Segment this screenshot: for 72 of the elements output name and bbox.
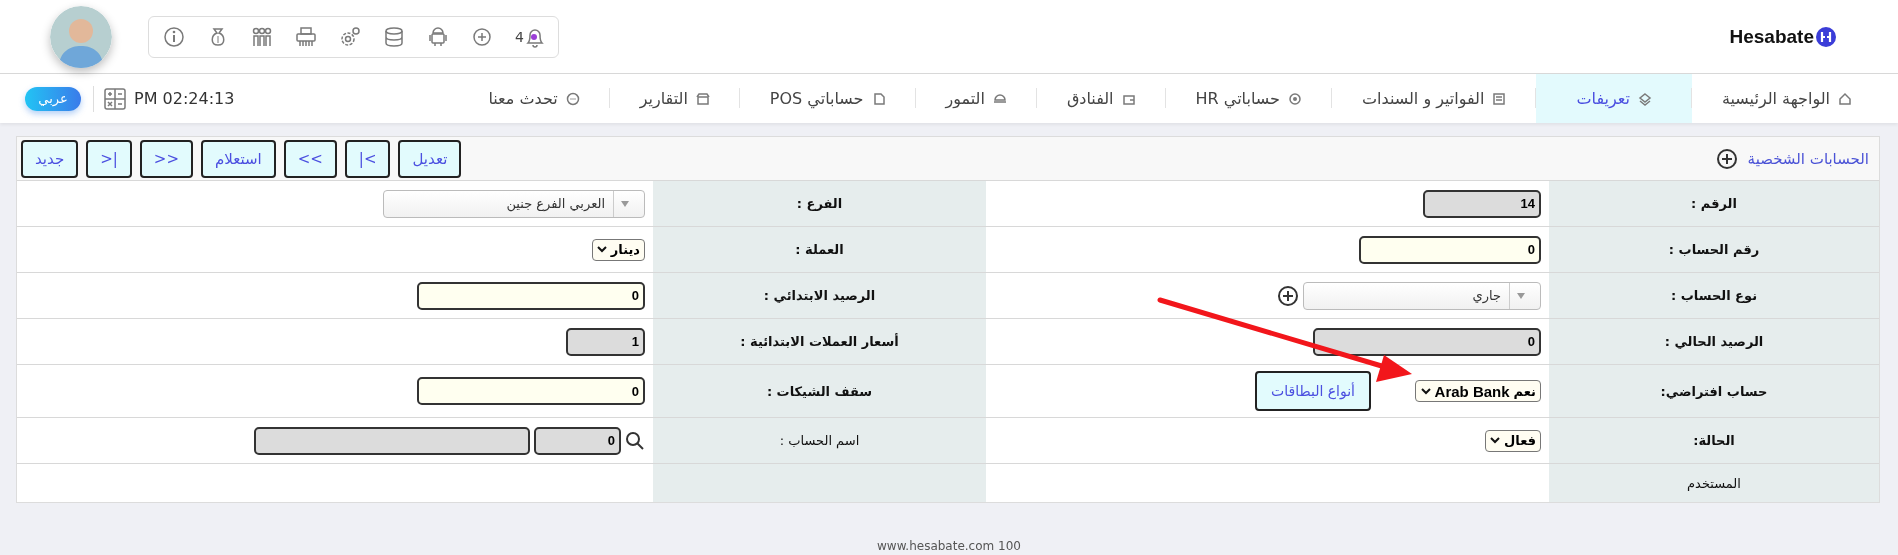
info-icon[interactable]: [163, 25, 185, 48]
field-label: الحالة:: [1693, 433, 1735, 448]
document-icon: [871, 91, 886, 106]
nav-tab[interactable]: الواجهة الرئيسية: [1691, 74, 1882, 123]
field-label: سقف الشيكات :: [766, 383, 873, 399]
dropdown-field[interactable]: العربي الفرع جنين: [383, 189, 645, 218]
calculator-icon[interactable]: [104, 87, 126, 110]
field-label: العملة :: [795, 242, 844, 257]
chevron-icon: [596, 246, 607, 253]
nav-tab[interactable]: الفواتير و السندات: [1331, 74, 1537, 123]
printer-icon[interactable]: [295, 25, 317, 48]
logo-icon: [1816, 26, 1836, 47]
avatar: [50, 5, 112, 68]
field-label: حساب افتراضي:: [1660, 383, 1768, 399]
dish-icon: [992, 91, 1007, 106]
invoice-icon: [1492, 91, 1507, 106]
panel-title: الحسابات الشخصية: [1747, 149, 1869, 168]
card-types-button[interactable]: أنواع البطاقات: [1255, 371, 1371, 411]
logo-text: Hesabate: [1729, 25, 1814, 48]
field-label: الرصيد الابتدائي :: [763, 288, 876, 303]
clock-time: PM 02:24:13: [134, 89, 235, 108]
nav-tab[interactable]: التقارير: [609, 74, 740, 123]
caret-icon: [1517, 292, 1525, 299]
field-label: اسم الحساب :: [779, 433, 860, 448]
field-label: الرصيد الحالي :: [1664, 334, 1764, 349]
toolbar-button[interactable]: <<: [283, 139, 337, 178]
nav-tab[interactable]: التمور: [915, 74, 1037, 123]
select-field[interactable]: دينار: [591, 238, 645, 261]
select-field[interactable]: فعال: [1485, 429, 1541, 452]
input-field[interactable]: 0: [1313, 327, 1541, 356]
field-label: المستخدم: [1687, 475, 1741, 491]
gear-icon[interactable]: [339, 25, 361, 48]
input-field[interactable]: 0: [417, 377, 645, 405]
notification-count: 4: [515, 28, 524, 45]
toolbar-button[interactable]: >|: [86, 139, 132, 178]
field-label: الفرع :: [796, 196, 843, 211]
toolbar-button[interactable]: |<: [344, 139, 391, 178]
footer-text: www.hesabate.com 100: [877, 539, 1021, 553]
search-icon[interactable]: [625, 430, 645, 451]
toolbar-button[interactable]: جديد: [21, 139, 79, 178]
chat-icon: [565, 91, 580, 106]
input-field[interactable]: 0: [534, 426, 621, 455]
android-icon[interactable]: [427, 25, 449, 48]
field-label: أسعار العملات الابتدائية :: [740, 334, 899, 349]
field-label: الرقم :: [1691, 196, 1737, 211]
target-icon: [1287, 91, 1302, 106]
nav-tab[interactable]: حساباتي POS: [739, 74, 916, 123]
field-label: نوع الحساب :: [1671, 288, 1758, 303]
input-field[interactable]: [254, 426, 530, 455]
nav-tab[interactable]: حساباتي HR: [1165, 74, 1332, 123]
input-field[interactable]: 0: [417, 281, 645, 310]
database-icon[interactable]: [383, 25, 405, 48]
home-icon: [1838, 91, 1852, 106]
toolbar-button[interactable]: استعلام: [200, 139, 276, 178]
people-icon[interactable]: [251, 25, 273, 48]
toolbar-button[interactable]: >>: [139, 139, 193, 178]
chevron-icon: [1420, 387, 1431, 395]
nav-tab[interactable]: الفنادق: [1036, 74, 1166, 123]
input-field[interactable]: 0: [1359, 235, 1541, 264]
nav-tab[interactable]: تحدث معنا: [458, 74, 610, 123]
input-field[interactable]: 1: [566, 327, 645, 356]
chevron-icon: [1490, 437, 1500, 444]
field-label: رقم الحساب :: [1668, 242, 1760, 257]
store-icon: [695, 91, 710, 106]
nav-tab[interactable]: تعريفات: [1536, 74, 1692, 123]
input-field[interactable]: 14: [1423, 189, 1541, 218]
caret-icon: [621, 200, 629, 207]
toolbar-button[interactable]: تعديل: [398, 139, 462, 178]
add-circle-icon[interactable]: [1277, 284, 1299, 307]
dropdown-field[interactable]: جاري: [1303, 281, 1541, 310]
layers-icon: [1637, 91, 1652, 106]
add-circle-icon[interactable]: [1715, 147, 1738, 170]
